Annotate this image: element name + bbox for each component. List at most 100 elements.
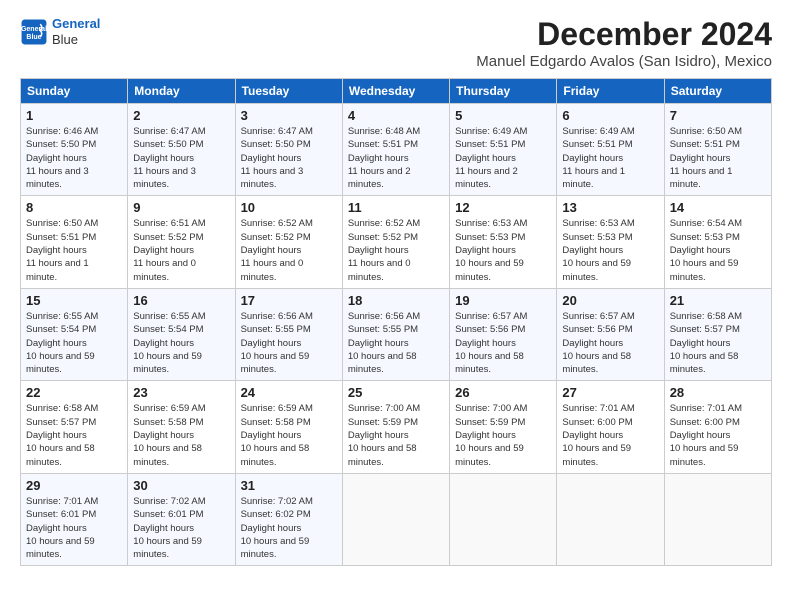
weekday-header-tuesday: Tuesday <box>235 79 342 104</box>
day-number: 19 <box>455 293 551 308</box>
day-number: 12 <box>455 200 551 215</box>
calendar-cell: 17 Sunrise: 6:56 AMSunset: 5:55 PMDayligh… <box>235 288 342 380</box>
weekday-header-friday: Friday <box>557 79 664 104</box>
day-number: 25 <box>348 385 444 400</box>
calendar-cell: 13 Sunrise: 6:53 AMSunset: 5:53 PMDayligh… <box>557 196 664 288</box>
calendar-cell: 1Sunrise: 6:46 AMSunset: 5:50 PMDaylight… <box>21 104 128 196</box>
calendar-cell: 10Sunrise: 6:52 AMSunset: 5:52 PMDayligh… <box>235 196 342 288</box>
day-number: 22 <box>26 385 122 400</box>
calendar-cell: 12 Sunrise: 6:53 AMSunset: 5:53 PMDayligh… <box>450 196 557 288</box>
calendar-week-row: 15 Sunrise: 6:55 AMSunset: 5:54 PMDayligh… <box>21 288 772 380</box>
calendar-cell: 5Sunrise: 6:49 AMSunset: 5:51 PMDaylight… <box>450 104 557 196</box>
page-header: General Blue GeneralBlue December 2024 M… <box>20 16 772 70</box>
calendar-cell: 22 Sunrise: 6:58 AMSunset: 5:57 PMDayligh… <box>21 381 128 473</box>
day-number: 7 <box>670 108 766 123</box>
day-info: Sunrise: 6:58 AMSunset: 5:57 PMDaylight … <box>670 310 766 376</box>
calendar-cell: 29Sunrise: 7:01 AMSunset: 6:01 PMDayligh… <box>21 473 128 565</box>
day-info: Sunrise: 7:00 AMSunset: 5:59 PMDaylight … <box>348 402 444 468</box>
day-number: 23 <box>133 385 229 400</box>
calendar-cell: 15 Sunrise: 6:55 AMSunset: 5:54 PMDayligh… <box>21 288 128 380</box>
day-info: Sunrise: 6:51 AMSunset: 5:52 PMDaylight … <box>133 217 229 283</box>
day-number: 18 <box>348 293 444 308</box>
calendar-cell: 11Sunrise: 6:52 AMSunset: 5:52 PMDayligh… <box>342 196 449 288</box>
calendar-week-row: 22 Sunrise: 6:58 AMSunset: 5:57 PMDayligh… <box>21 381 772 473</box>
calendar-cell: 16 Sunrise: 6:55 AMSunset: 5:54 PMDayligh… <box>128 288 235 380</box>
calendar-cell: 9 Sunrise: 6:51 AMSunset: 5:52 PMDaylight… <box>128 196 235 288</box>
page-subtitle: Manuel Edgardo Avalos (San Isidro), Mexi… <box>476 53 772 70</box>
logo-text: GeneralBlue <box>52 16 100 47</box>
weekday-header-sunday: Sunday <box>21 79 128 104</box>
calendar-cell: 21Sunrise: 6:58 AMSunset: 5:57 PMDayligh… <box>664 288 771 380</box>
day-number: 30 <box>133 478 229 493</box>
day-number: 24 <box>241 385 337 400</box>
day-number: 28 <box>670 385 766 400</box>
day-info: Sunrise: 6:48 AMSunset: 5:51 PMDaylight … <box>348 125 444 191</box>
day-info: Sunrise: 6:54 AMSunset: 5:53 PMDaylight … <box>670 217 766 283</box>
logo: General Blue GeneralBlue <box>20 16 100 47</box>
day-info: Sunrise: 7:01 AMSunset: 6:00 PMDaylight … <box>562 402 658 468</box>
calendar-cell: 3Sunrise: 6:47 AMSunset: 5:50 PMDaylight… <box>235 104 342 196</box>
day-info: Sunrise: 7:02 AMSunset: 6:02 PMDaylight … <box>241 495 337 561</box>
calendar-week-row: 8Sunrise: 6:50 AMSunset: 5:51 PMDaylight… <box>21 196 772 288</box>
calendar-cell: 7 Sunrise: 6:50 AMSunset: 5:51 PMDaylight… <box>664 104 771 196</box>
svg-text:Blue: Blue <box>26 34 41 41</box>
day-info: Sunrise: 6:57 AMSunset: 5:56 PMDaylight … <box>562 310 658 376</box>
day-info: Sunrise: 6:52 AMSunset: 5:52 PMDaylight … <box>348 217 444 283</box>
day-info: Sunrise: 6:47 AMSunset: 5:50 PMDaylight … <box>241 125 337 191</box>
day-number: 16 <box>133 293 229 308</box>
calendar-cell <box>664 473 771 565</box>
day-info: Sunrise: 6:50 AMSunset: 5:51 PMDaylight … <box>670 125 766 191</box>
calendar-cell: 23 Sunrise: 6:59 AMSunset: 5:58 PMDayligh… <box>128 381 235 473</box>
day-info: Sunrise: 6:53 AMSunset: 5:53 PMDaylight … <box>562 217 658 283</box>
page-title: December 2024 <box>476 16 772 53</box>
calendar-cell: 8Sunrise: 6:50 AMSunset: 5:51 PMDaylight… <box>21 196 128 288</box>
day-info: Sunrise: 6:57 AMSunset: 5:56 PMDaylight … <box>455 310 551 376</box>
day-number: 6 <box>562 108 658 123</box>
calendar-cell: 30 Sunrise: 7:02 AMSunset: 6:01 PMDayligh… <box>128 473 235 565</box>
day-number: 8 <box>26 200 122 215</box>
day-info: Sunrise: 6:47 AMSunset: 5:50 PMDaylight … <box>133 125 229 191</box>
calendar-cell <box>557 473 664 565</box>
weekday-header-saturday: Saturday <box>664 79 771 104</box>
day-number: 13 <box>562 200 658 215</box>
calendar-cell: 19 Sunrise: 6:57 AMSunset: 5:56 PMDayligh… <box>450 288 557 380</box>
calendar-cell: 14 Sunrise: 6:54 AMSunset: 5:53 PMDayligh… <box>664 196 771 288</box>
day-info: Sunrise: 7:00 AMSunset: 5:59 PMDaylight … <box>455 402 551 468</box>
day-number: 31 <box>241 478 337 493</box>
calendar-cell <box>342 473 449 565</box>
day-info: Sunrise: 6:56 AMSunset: 5:55 PMDaylight … <box>241 310 337 376</box>
weekday-header-row: SundayMondayTuesdayWednesdayThursdayFrid… <box>21 79 772 104</box>
day-number: 1 <box>26 108 122 123</box>
svg-text:General: General <box>21 26 47 33</box>
calendar-cell: 4 Sunrise: 6:48 AMSunset: 5:51 PMDaylight… <box>342 104 449 196</box>
calendar-cell: 26Sunrise: 7:00 AMSunset: 5:59 PMDayligh… <box>450 381 557 473</box>
day-number: 27 <box>562 385 658 400</box>
day-number: 9 <box>133 200 229 215</box>
day-info: Sunrise: 6:59 AMSunset: 5:58 PMDaylight … <box>133 402 229 468</box>
weekday-header-thursday: Thursday <box>450 79 557 104</box>
day-number: 4 <box>348 108 444 123</box>
calendar-week-row: 1Sunrise: 6:46 AMSunset: 5:50 PMDaylight… <box>21 104 772 196</box>
day-number: 17 <box>241 293 337 308</box>
day-info: Sunrise: 6:58 AMSunset: 5:57 PMDaylight … <box>26 402 122 468</box>
calendar-cell: 25 Sunrise: 7:00 AMSunset: 5:59 PMDayligh… <box>342 381 449 473</box>
day-info: Sunrise: 6:49 AMSunset: 5:51 PMDaylight … <box>455 125 551 191</box>
calendar-cell: 27 Sunrise: 7:01 AMSunset: 6:00 PMDayligh… <box>557 381 664 473</box>
day-number: 2 <box>133 108 229 123</box>
day-info: Sunrise: 6:59 AMSunset: 5:58 PMDaylight … <box>241 402 337 468</box>
day-number: 15 <box>26 293 122 308</box>
day-info: Sunrise: 6:55 AMSunset: 5:54 PMDaylight … <box>26 310 122 376</box>
day-info: Sunrise: 7:02 AMSunset: 6:01 PMDaylight … <box>133 495 229 561</box>
calendar-cell: 20Sunrise: 6:57 AMSunset: 5:56 PMDayligh… <box>557 288 664 380</box>
day-info: Sunrise: 6:56 AMSunset: 5:55 PMDaylight … <box>348 310 444 376</box>
day-info: Sunrise: 7:01 AMSunset: 6:01 PMDaylight … <box>26 495 122 561</box>
calendar-cell <box>450 473 557 565</box>
day-info: Sunrise: 6:53 AMSunset: 5:53 PMDaylight … <box>455 217 551 283</box>
weekday-header-wednesday: Wednesday <box>342 79 449 104</box>
title-block: December 2024 Manuel Edgardo Avalos (San… <box>476 16 772 70</box>
day-info: Sunrise: 6:49 AMSunset: 5:51 PMDaylight … <box>562 125 658 191</box>
calendar-cell: 18 Sunrise: 6:56 AMSunset: 5:55 PMDayligh… <box>342 288 449 380</box>
day-info: Sunrise: 6:55 AMSunset: 5:54 PMDaylight … <box>133 310 229 376</box>
calendar-cell: 31 Sunrise: 7:02 AMSunset: 6:02 PMDayligh… <box>235 473 342 565</box>
day-number: 14 <box>670 200 766 215</box>
